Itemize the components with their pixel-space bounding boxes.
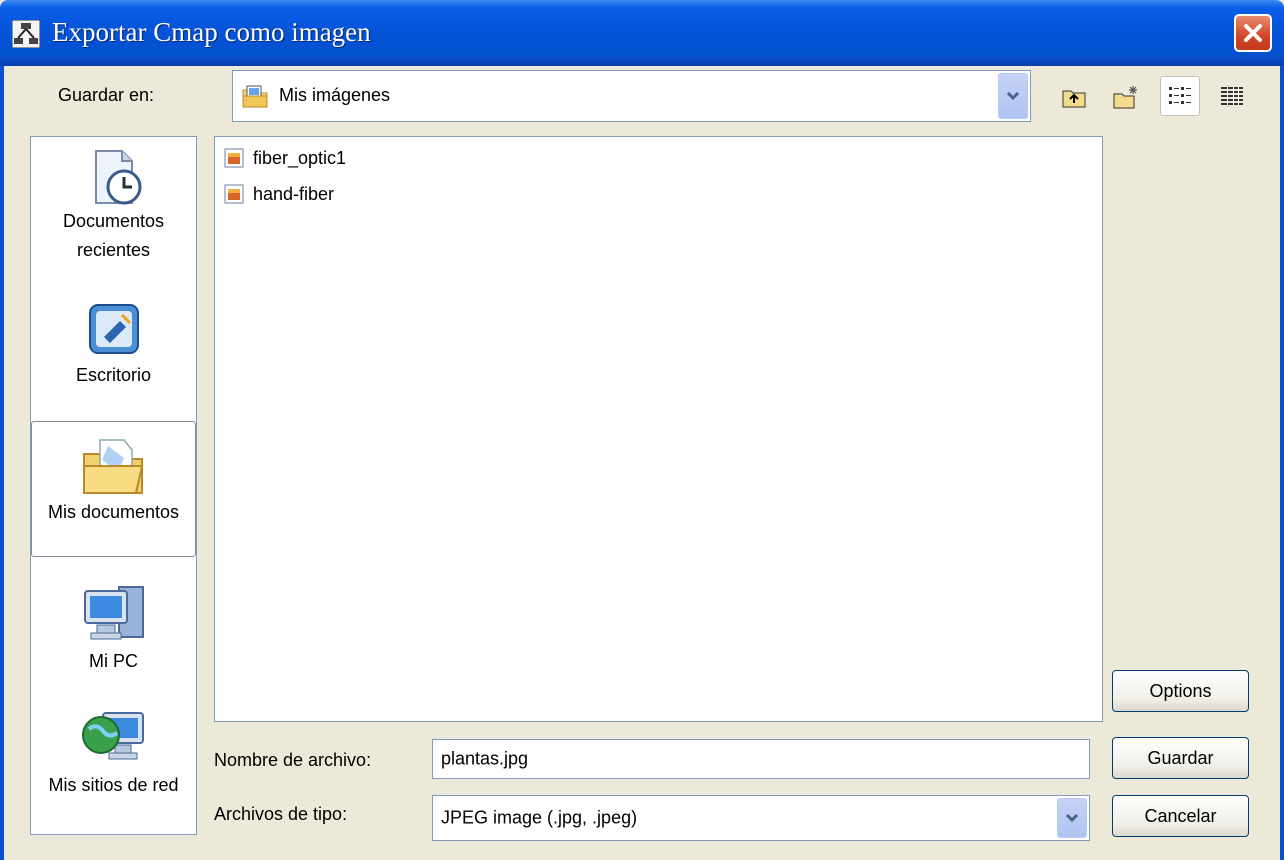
chevron-down-icon: [1065, 813, 1079, 823]
lookin-label: Guardar en:: [58, 85, 155, 105]
place-label: Escritorio: [75, 365, 151, 385]
place-label: Mis sitios de red: [48, 775, 179, 795]
save-dialog: Exportar Cmap como imagen Guardar en: Mi…: [0, 0, 1284, 860]
filetype-combobox[interactable]: JPEG image (.jpg, .jpeg): [432, 795, 1090, 841]
place-recent-documents[interactable]: Documentos recientes: [31, 147, 196, 275]
filename-value: plantas.jpg: [441, 748, 529, 769]
file-item[interactable]: fiber_optic1: [223, 144, 346, 172]
up-folder-icon: [1062, 90, 1086, 108]
filename-label: Nombre de archivo:: [214, 750, 372, 770]
recent-documents-icon: [94, 150, 141, 205]
lookin-dropdown-button[interactable]: [998, 73, 1028, 119]
place-desktop[interactable]: Escritorio: [31, 297, 196, 407]
new-folder-button[interactable]: [1106, 77, 1146, 117]
place-label: Mi PC: [89, 651, 138, 671]
window-title: Exportar Cmap como imagen: [52, 17, 371, 47]
file-name: hand-fiber: [253, 183, 335, 204]
place-label: Mis documentos: [47, 502, 180, 522]
chevron-down-icon: [1006, 91, 1020, 101]
desktop-icon: [88, 304, 139, 354]
lookin-combobox[interactable]: Mis imágenes: [232, 70, 1031, 122]
image-file-icon: [224, 184, 244, 204]
list-view-button[interactable]: [1160, 76, 1200, 116]
file-list[interactable]: fiber_optic1 hand-fiber: [214, 136, 1103, 722]
pictures-folder-icon: [242, 85, 268, 108]
network-places-icon: [81, 712, 144, 760]
my-computer-icon: [83, 586, 144, 640]
place-label-line2: recientes: [76, 240, 151, 260]
file-item[interactable]: hand-fiber: [223, 180, 334, 208]
place-my-documents[interactable]: Mis documentos: [31, 421, 196, 557]
list-view-icon: [1169, 87, 1191, 104]
image-file-icon: [224, 148, 244, 168]
details-view-button[interactable]: [1212, 77, 1252, 117]
close-icon: [1244, 24, 1262, 42]
new-folder-icon: [1113, 86, 1137, 109]
lookin-value: Mis imágenes: [279, 85, 391, 105]
place-my-computer[interactable]: Mi PC: [31, 581, 196, 691]
cancel-button[interactable]: Cancelar: [1112, 795, 1249, 837]
save-button[interactable]: Guardar: [1112, 737, 1249, 779]
filetype-label: Archivos de tipo:: [214, 804, 348, 824]
title-bar[interactable]: Exportar Cmap como imagen: [0, 0, 1284, 66]
my-documents-icon: [82, 439, 143, 494]
up-folder-button[interactable]: [1054, 77, 1094, 117]
filetype-value: JPEG image (.jpg, .jpeg): [441, 807, 638, 828]
filetype-dropdown-button[interactable]: [1057, 798, 1087, 838]
place-network-places[interactable]: Mis sitios de red: [31, 705, 196, 825]
window-border-left: [0, 66, 4, 860]
close-button[interactable]: [1234, 14, 1272, 52]
window-border-right: [1280, 66, 1284, 860]
place-label: Documentos: [62, 211, 165, 231]
options-button[interactable]: Options: [1112, 670, 1249, 712]
file-name: fiber_optic1: [253, 147, 347, 168]
places-bar: Documentos recientes Escritorio Mis docu…: [30, 136, 197, 835]
filename-input[interactable]: plantas.jpg: [432, 739, 1090, 779]
details-view-icon: [1221, 87, 1243, 105]
cmap-app-icon: [12, 20, 40, 48]
